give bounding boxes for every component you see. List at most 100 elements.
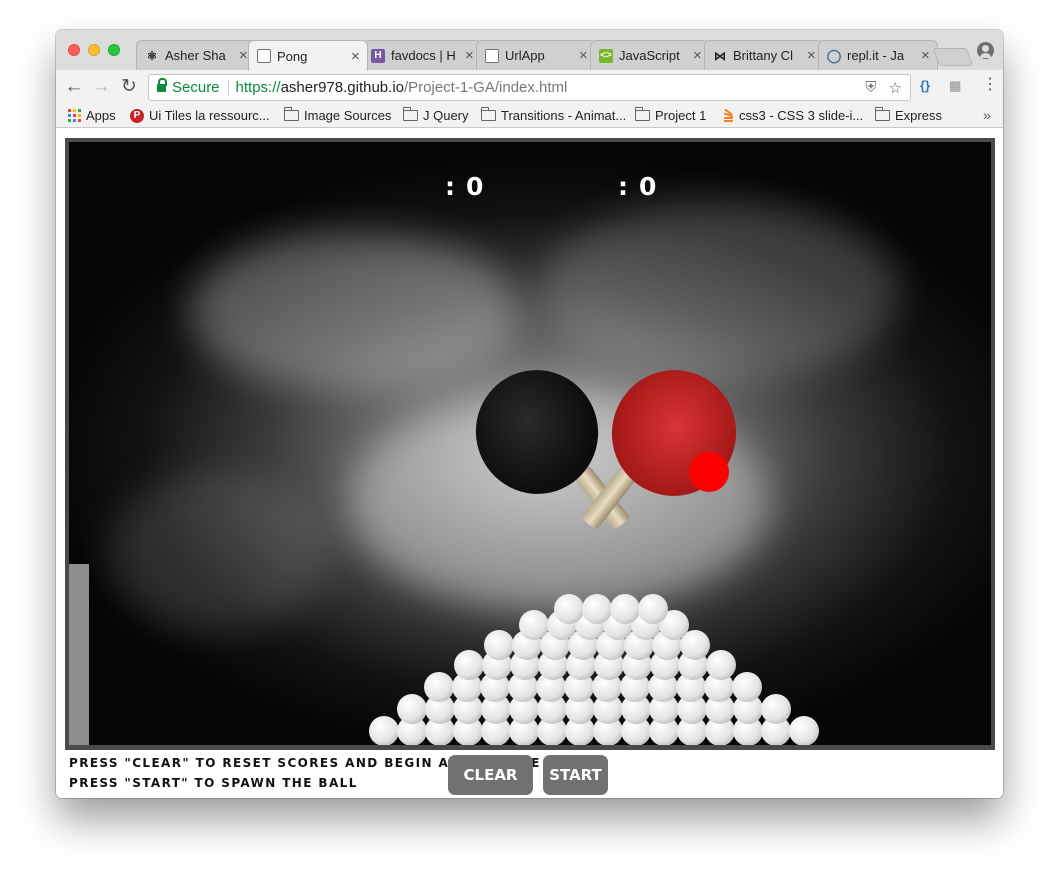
game-board: :0 :0 — [69, 142, 991, 745]
folder-icon — [403, 107, 418, 121]
player2-score-value: 0 — [639, 172, 658, 201]
smoke-background — [189, 232, 519, 392]
player1-score: :0 — [445, 172, 485, 201]
url-host: asher978.github.io — [280, 79, 404, 96]
folder-icon — [635, 107, 650, 121]
folder-icon — [481, 107, 496, 121]
tab-brittany[interactable]: ⋈ Brittany Cl × — [704, 40, 824, 70]
chevron-right-icon[interactable]: » — [983, 107, 991, 123]
bookmark-label: J Query — [423, 108, 469, 123]
bookmark-image-sources[interactable]: Image Sources — [284, 107, 392, 123]
bookmarks-bar: Apps P Ui Tiles la ressourc... Image Sou… — [56, 104, 1003, 128]
tab-pong[interactable]: Pong × — [248, 40, 368, 71]
maximize-window-button[interactable] — [108, 44, 120, 56]
github-icon: ⚛ — [146, 48, 158, 63]
star-icon[interactable]: ☆ — [889, 79, 902, 97]
url-scheme: https:// — [235, 79, 281, 96]
bookmark-label: Project 1 — [655, 108, 707, 123]
tab-label: UrlApp — [505, 48, 545, 63]
tab-label: JavaScript — [619, 48, 680, 63]
tab-javascript[interactable]: <> JavaScript × — [590, 40, 710, 70]
tab-asher-github[interactable]: ⚛ Asher Sha × — [136, 40, 256, 70]
tab-favdocs[interactable]: H favdocs | H × — [362, 40, 482, 70]
replit-icon: ◯ — [826, 47, 842, 63]
extension-icon[interactable]: {} — [920, 78, 930, 93]
divider — [227, 79, 229, 96]
ping-pong-ball — [706, 650, 736, 680]
close-icon[interactable]: × — [465, 48, 475, 63]
ping-pong-ball — [519, 610, 549, 640]
ping-pong-ball — [554, 594, 584, 624]
codepen-icon: <> — [599, 48, 613, 63]
ping-pong-ball — [761, 694, 791, 724]
page-content: :0 :0 PRESS "CLEAR" TO RESET SCORES AND … — [56, 129, 1003, 798]
folder-icon — [284, 107, 299, 121]
ping-pong-balls-image — [369, 594, 849, 745]
bookmark-label: Ui Tiles la ressourc... — [149, 108, 270, 123]
bowtie-icon: ⋈ — [714, 48, 726, 63]
shield-icon[interactable]: ⛨ — [865, 79, 876, 97]
folder-icon — [875, 107, 890, 121]
minimize-window-button[interactable] — [88, 44, 100, 56]
menu-icon[interactable]: ⋮ — [982, 77, 998, 93]
back-arrow-icon[interactable]: ← — [63, 76, 85, 98]
tab-label: Brittany Cl — [733, 48, 793, 63]
ping-pong-ball — [397, 694, 427, 724]
apps-icon — [68, 109, 81, 122]
ping-pong-ball — [610, 594, 640, 624]
forward-arrow-icon[interactable]: → — [90, 76, 112, 98]
ping-pong-ball — [424, 672, 454, 702]
left-player-paddle — [69, 564, 89, 745]
lock-icon — [157, 78, 167, 93]
ping-pong-ball — [789, 716, 819, 745]
start-button[interactable]: START — [543, 755, 608, 795]
close-window-button[interactable] — [68, 44, 80, 56]
ping-pong-ball — [582, 594, 612, 624]
bookmark-jquery[interactable]: J Query — [403, 107, 469, 123]
reload-icon[interactable]: ↻ — [118, 76, 140, 98]
url-path: /Project-1-GA/index.html — [404, 79, 568, 96]
player1-score-value: 0 — [466, 172, 485, 201]
new-tab-button[interactable] — [932, 48, 974, 66]
close-icon[interactable]: × — [351, 49, 361, 64]
tab-strip: ⚛ Asher Sha × Pong × H favdocs | H × Url… — [56, 30, 1003, 71]
tab-label: Asher Sha — [165, 48, 226, 63]
address-bar[interactable]: Secure https:// asher978.github.io /Proj… — [148, 74, 911, 101]
omnibox-actions: ⛨ ☆ — [865, 79, 902, 97]
extension-icon[interactable]: ▦ — [949, 78, 961, 94]
bookmark-ui-tiles[interactable]: P Ui Tiles la ressourc... — [130, 108, 270, 123]
heroku-icon: H — [371, 48, 385, 63]
bookmark-project-1[interactable]: Project 1 — [635, 107, 707, 123]
tab-urlapp[interactable]: UrlApp × — [476, 40, 596, 70]
ping-pong-ball — [732, 672, 762, 702]
smoke-background — [109, 472, 329, 632]
bookmark-express[interactable]: Express — [875, 107, 942, 123]
tab-replit[interactable]: ◯ repl.it - Ja × — [818, 40, 938, 70]
ping-pong-ball — [454, 650, 484, 680]
close-icon[interactable]: × — [693, 48, 703, 63]
bookmark-css3[interactable]: css3 - CSS 3 slide-i... — [722, 108, 863, 123]
bookmark-label: css3 - CSS 3 slide-i... — [739, 108, 864, 123]
browser-window: ⚛ Asher Sha × Pong × H favdocs | H × Url… — [56, 30, 1003, 798]
ping-pong-ball — [484, 630, 514, 660]
bookmark-transitions[interactable]: Transitions - Animat... — [481, 107, 627, 123]
player2-score: :0 — [618, 172, 658, 201]
bookmark-label: Image Sources — [304, 108, 392, 123]
toolbar: ← → ↻ Secure https:// asher978.github.io… — [56, 70, 1003, 104]
page-icon — [257, 49, 271, 63]
game-ball — [689, 452, 729, 492]
ping-pong-ball — [369, 716, 399, 745]
ping-pong-ball — [638, 594, 668, 624]
tab-label: favdocs | H — [391, 48, 456, 63]
stackoverflow-icon — [722, 108, 734, 123]
close-icon[interactable]: × — [579, 48, 589, 63]
secure-label: Secure — [172, 79, 220, 96]
clear-button[interactable]: CLEAR — [448, 755, 533, 795]
bookmark-apps[interactable]: Apps — [68, 108, 116, 123]
close-icon[interactable]: × — [807, 48, 817, 63]
game-board-frame: :0 :0 — [65, 138, 995, 750]
pinterest-icon: P — [130, 108, 144, 123]
bookmark-label: Transitions - Animat... — [501, 108, 627, 123]
close-icon[interactable]: × — [921, 48, 931, 63]
profile-icon[interactable] — [977, 42, 994, 59]
